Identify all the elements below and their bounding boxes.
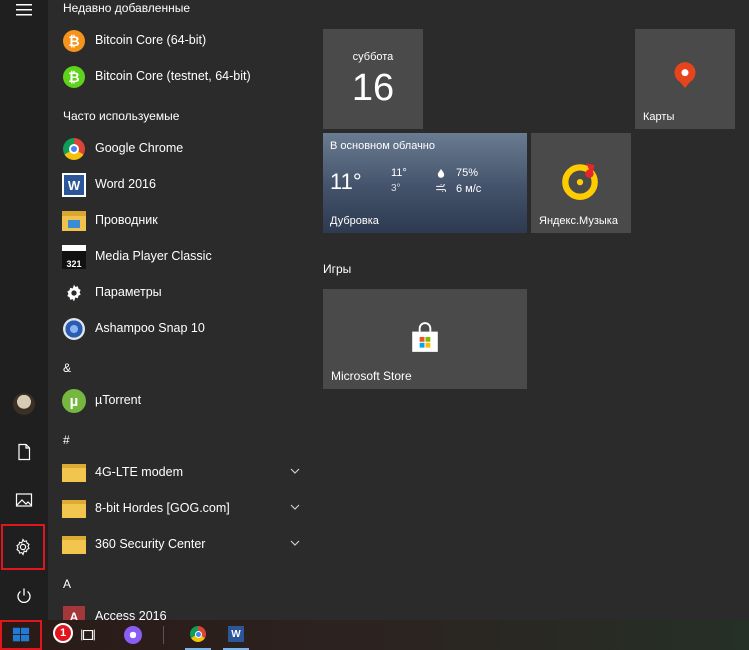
list-item-word-2016[interactable]: W Word 2016 [48, 167, 310, 203]
weather-tile[interactable]: В основном облачно 11° 11° 3° 75% 6 м/с … [323, 133, 527, 233]
weather-condition: В основном облачно [330, 140, 435, 152]
app-list[interactable]: Недавно добавленные ₿ Bitcoin Core (64-b… [48, 0, 310, 620]
settings-button[interactable] [1, 524, 45, 570]
yandex-music-label: Яндекс.Музыка [539, 215, 618, 227]
taskbar: W [0, 620, 749, 650]
chrome-icon [61, 136, 87, 162]
microsoft-store-label: Microsoft Store [331, 369, 412, 383]
alice-icon [124, 626, 142, 644]
task-view-icon [81, 629, 95, 641]
power-button[interactable] [0, 572, 48, 620]
access-icon: A [61, 604, 87, 620]
app-label: Word 2016 [95, 177, 156, 191]
app-label: Media Player Classic [95, 249, 212, 263]
list-item-google-chrome[interactable]: Google Chrome [48, 131, 310, 167]
documents-button[interactable] [0, 428, 48, 476]
power-icon [17, 588, 31, 603]
taskbar-divider [163, 626, 164, 644]
utorrent-icon: µ [61, 388, 87, 414]
section-header-amp: & [63, 361, 72, 375]
taskbar-word[interactable]: W [223, 620, 249, 650]
calendar-tile[interactable]: суббота 16 [323, 29, 423, 129]
list-item-4g-lte-modem[interactable]: 4G-LTE modem [48, 455, 310, 491]
start-left-rail [0, 0, 48, 620]
weather-wind: 6 м/с [456, 183, 482, 195]
section-header-a: A [63, 577, 72, 591]
weather-temperature: 11° [330, 169, 362, 194]
map-pin-icon [674, 62, 696, 88]
folder-icon [61, 496, 87, 522]
avatar [13, 393, 35, 415]
app-label: Access 2016 [95, 609, 167, 620]
maps-tile[interactable]: Карты [635, 29, 735, 129]
hamburger-menu-button[interactable] [0, 0, 48, 34]
task-view-button[interactable] [76, 620, 100, 650]
app-label: Bitcoin Core (64-bit) [95, 33, 207, 47]
folder-icon [61, 532, 87, 558]
wind-icon [436, 184, 446, 192]
gear-icon [61, 280, 87, 306]
chevron-down-icon[interactable] [290, 538, 300, 548]
list-item-utorrent[interactable]: µ µTorrent [48, 383, 310, 419]
hamburger-icon [16, 4, 32, 16]
document-icon [18, 443, 31, 461]
chevron-down-icon[interactable] [290, 502, 300, 512]
list-item-bitcoin-core[interactable]: ₿ Bitcoin Core (64-bit) [48, 23, 310, 59]
explorer-icon [61, 208, 87, 234]
app-label: Bitcoin Core (testnet, 64-bit) [95, 69, 251, 83]
list-item-360-security-center[interactable]: 360 Security Center [48, 527, 310, 563]
group-header-games: Игры [323, 262, 352, 276]
app-label: 360 Security Center [95, 537, 206, 551]
app-label: 8-bit Hordes [GOG.com] [95, 501, 230, 515]
section-header-frequent: Часто используемые [63, 109, 180, 123]
app-label: µTorrent [95, 393, 142, 407]
app-label: Ashampoo Snap 10 [95, 321, 205, 335]
list-item-bitcoin-core-testnet[interactable]: ₿ Bitcoin Core (testnet, 64-bit) [48, 59, 310, 95]
calendar-day-name: суббота [352, 51, 394, 63]
alice-assistant-button[interactable] [118, 620, 148, 650]
yandex-music-tile[interactable]: Яндекс.Музыка [531, 133, 631, 233]
bitcoin-icon: ₿ [61, 28, 87, 54]
app-label: Параметры [95, 285, 162, 299]
list-item-8-bit-hordes[interactable]: 8-bit Hordes [GOG.com] [48, 491, 310, 527]
section-header-recent: Недавно добавленные [63, 1, 191, 15]
pictures-button[interactable] [0, 476, 48, 524]
store-icon [412, 322, 438, 352]
chevron-down-icon[interactable] [290, 466, 300, 476]
list-item-settings[interactable]: Параметры [48, 275, 310, 311]
weather-city: Дубровка [330, 215, 379, 227]
annotation-badge-1: 1 [53, 623, 73, 643]
humidity-icon [437, 169, 445, 178]
taskbar-chrome[interactable] [185, 620, 211, 650]
user-account-button[interactable] [0, 380, 48, 428]
section-header-hash: # [63, 433, 70, 447]
list-item-explorer[interactable]: Проводник [48, 203, 310, 239]
picture-icon [15, 493, 33, 507]
list-item-ashampoo-snap[interactable]: Ashampoo Snap 10 [48, 311, 310, 347]
app-label: Google Chrome [95, 141, 184, 155]
weather-high: 11° [391, 167, 407, 179]
calendar-day-number: 16 [351, 67, 395, 109]
yandex-music-icon [562, 163, 598, 200]
list-item-access-2016[interactable]: A Access 2016 [48, 599, 310, 620]
list-item-media-player-classic[interactable]: 321 Media Player Classic [48, 239, 310, 275]
microsoft-store-tile[interactable]: Microsoft Store [323, 289, 527, 389]
mpc-icon: 321 [61, 244, 87, 270]
ashampoo-icon [61, 316, 87, 342]
gear-icon [16, 538, 30, 556]
word-icon: W [228, 626, 244, 642]
tile-area: суббота 16 Карты В основном облачно 11° … [310, 0, 749, 620]
chrome-icon [190, 626, 206, 642]
bitcoin-testnet-icon: ₿ [61, 64, 87, 90]
app-label: 4G-LTE modem [95, 465, 183, 479]
folder-icon [61, 460, 87, 486]
app-label: Проводник [95, 213, 158, 227]
start-button[interactable] [0, 620, 42, 650]
maps-label: Карты [643, 111, 675, 123]
weather-low: 3° [391, 183, 401, 194]
word-icon: W [61, 172, 87, 198]
weather-humidity: 75% [456, 167, 479, 179]
windows-logo-icon [12, 627, 30, 642]
